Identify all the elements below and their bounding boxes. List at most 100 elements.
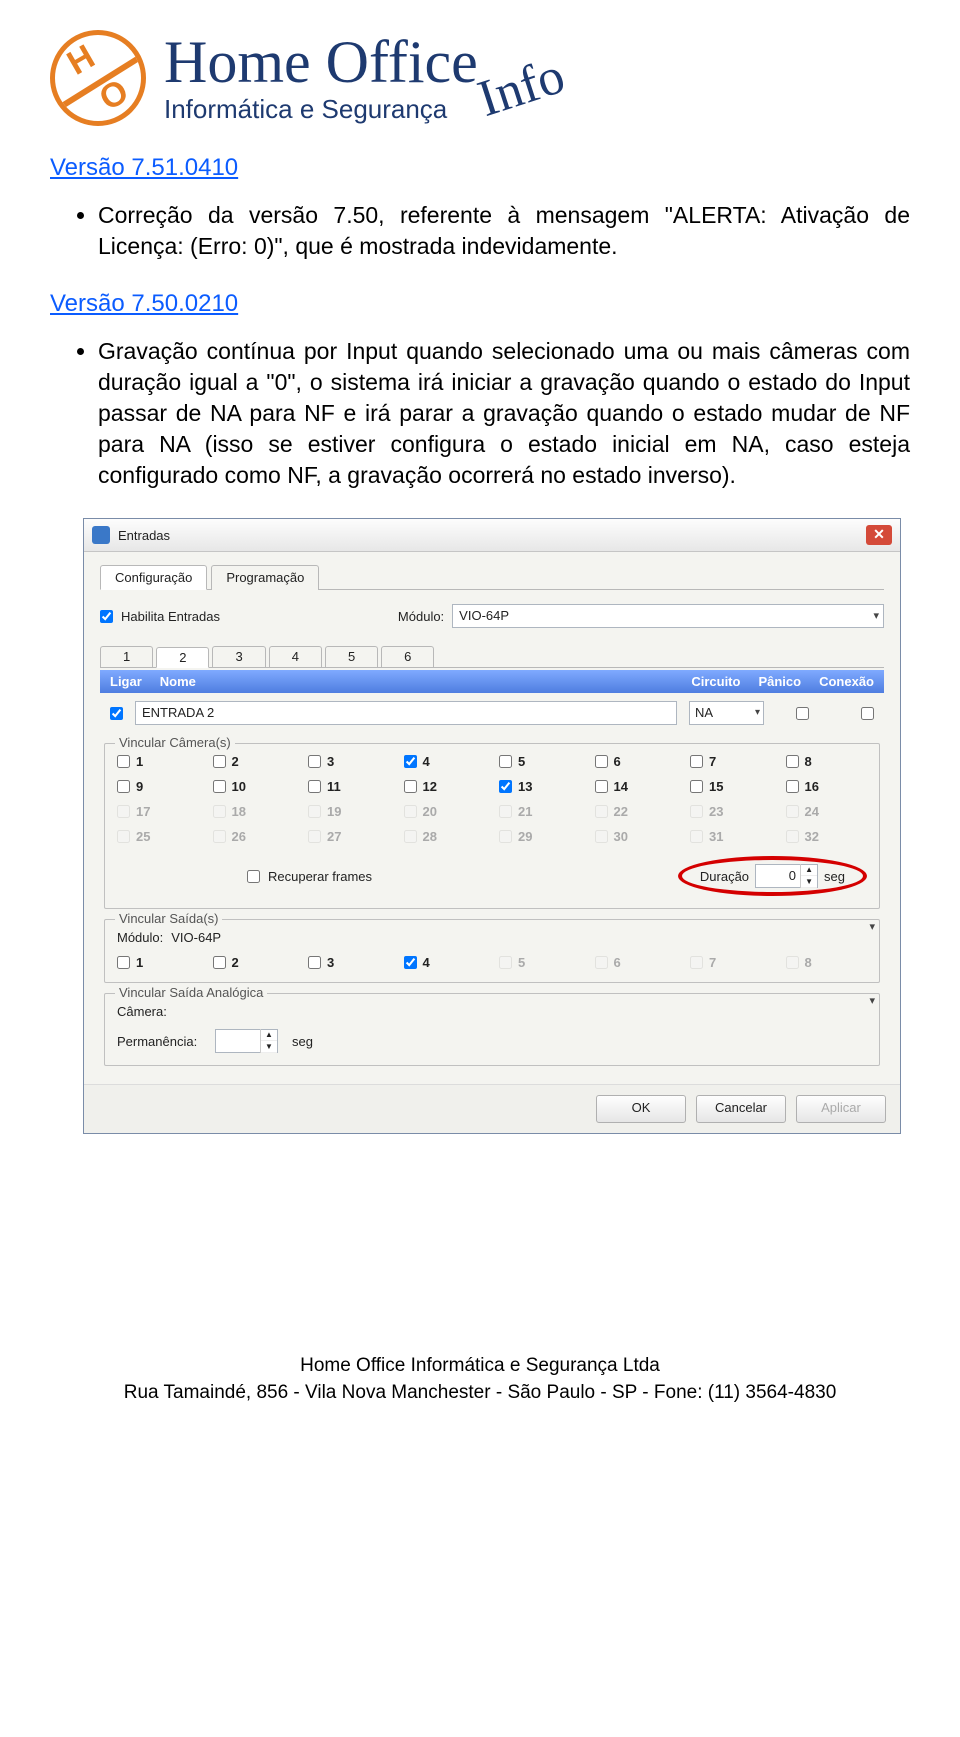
window-title: Entradas [118,528,170,543]
camera-3-checkbox[interactable]: 3 [308,754,390,769]
dur-spin[interactable]: 0 ▲▼ [755,864,818,888]
camera-10-checkbox[interactable]: 10 [213,779,295,794]
camera-14-input[interactable] [595,780,608,793]
camera-4-input[interactable] [404,755,417,768]
habilita-entradas-checkbox[interactable]: Habilita Entradas [100,609,220,624]
tab-configuracao[interactable]: Configuração [100,565,207,590]
camera-16-checkbox[interactable]: 16 [786,779,868,794]
output-1-input[interactable] [117,956,130,969]
camera-9-input[interactable] [117,780,130,793]
output-5-label: 5 [518,955,525,970]
version-link-1[interactable]: Versão 7.51.0410 [50,154,238,182]
camera-5-checkbox[interactable]: 5 [499,754,581,769]
footer-line2: Rua Tamaindé, 856 - Vila Nova Manchester… [50,1380,910,1407]
entradas-dialog: Entradas ✕ Configuração Programação Habi… [84,519,900,1133]
camera-6-input[interactable] [595,755,608,768]
camera-15-input[interactable] [690,780,703,793]
dur-value[interactable]: 0 [756,865,800,887]
version-link-2[interactable]: Versão 7.50.0210 [50,290,238,318]
camera-14-checkbox[interactable]: 14 [595,779,677,794]
camera-6-checkbox[interactable]: 6 [595,754,677,769]
close-icon[interactable]: ✕ [866,525,892,545]
camera-10-input[interactable] [213,780,226,793]
modulo-label: Módulo: [398,609,444,624]
camera-4-checkbox[interactable]: 4 [404,754,486,769]
camera-28-checkbox: 28 [404,829,486,844]
perm-spin[interactable]: ▲▼ [215,1029,278,1053]
circuito-combo[interactable]: NA [689,701,764,725]
ok-button[interactable]: OK [596,1095,686,1123]
nome-field[interactable]: ENTRADA 2 [135,701,677,725]
output-4-checkbox[interactable]: 4 [404,955,486,970]
camera-11-label: 11 [327,779,341,794]
group-cameras-label: Vincular Câmera(s) [115,735,235,750]
output-3-input[interactable] [308,956,321,969]
camera-31-input [690,830,703,843]
spin-arrows-icon[interactable]: ▲▼ [260,1029,277,1053]
col-conexao: Conexão [819,674,874,689]
duration-highlight: Duração 0 ▲▼ seg [678,856,867,896]
camera-11-input[interactable] [308,780,321,793]
conexao-checkbox[interactable] [861,707,874,720]
camera-13-input[interactable] [499,780,512,793]
outs-modulo-combo[interactable]: VIO-64P [171,930,867,945]
camera-1-checkbox[interactable]: 1 [117,754,199,769]
apply-button[interactable]: Aplicar [796,1095,886,1123]
output-2-input[interactable] [213,956,226,969]
tab-programacao[interactable]: Programação [211,565,319,590]
num-tab-2[interactable]: 2 [156,647,209,668]
modulo-combo[interactable]: VIO-64P [452,604,884,628]
panico-checkbox[interactable] [796,707,809,720]
num-tab-1[interactable]: 1 [100,646,153,667]
camera-16-input[interactable] [786,780,799,793]
logo-script: Info [471,46,572,129]
camera-8-checkbox[interactable]: 8 [786,754,868,769]
camera-7-checkbox[interactable]: 7 [690,754,772,769]
page-footer: Home Office Informática e Segurança Ltda… [50,1353,910,1406]
camera-29-checkbox: 29 [499,829,581,844]
entry-row: ENTRADA 2 NA [100,693,884,733]
camera-17-checkbox: 17 [117,804,199,819]
output-2-checkbox[interactable]: 2 [213,955,295,970]
camera-16-label: 16 [805,779,819,794]
num-tab-3[interactable]: 3 [212,646,265,667]
camera-8-label: 8 [805,754,812,769]
group-outs-label: Vincular Saída(s) [115,911,222,926]
num-tab-6[interactable]: 6 [381,646,434,667]
camera-32-label: 32 [805,829,819,844]
spin-arrows-icon[interactable]: ▲▼ [800,864,817,888]
logo-mark: HO [50,30,146,126]
output-3-checkbox[interactable]: 3 [308,955,390,970]
camera-27-checkbox: 27 [308,829,390,844]
camera-2-checkbox[interactable]: 2 [213,754,295,769]
camera-3-input[interactable] [308,755,321,768]
camera-12-checkbox[interactable]: 12 [404,779,486,794]
output-4-input[interactable] [404,956,417,969]
camera-20-label: 20 [423,804,437,819]
camera-1-input[interactable] [117,755,130,768]
camera-11-checkbox[interactable]: 11 [308,779,390,794]
camera-7-input[interactable] [690,755,703,768]
ligar-checkbox[interactable] [110,707,123,720]
habilita-input[interactable] [100,610,113,623]
output-6-label: 6 [614,955,621,970]
camera-25-input [117,830,130,843]
camera-12-label: 12 [423,779,437,794]
num-tab-4[interactable]: 4 [269,646,322,667]
col-circuito: Circuito [691,674,740,689]
camera-9-checkbox[interactable]: 9 [117,779,199,794]
output-5-input [499,956,512,969]
camera-29-label: 29 [518,829,532,844]
recup-input[interactable] [247,870,260,883]
camera-2-input[interactable] [213,755,226,768]
camera-12-input[interactable] [404,780,417,793]
camera-8-input[interactable] [786,755,799,768]
col-nome: Nome [160,674,196,689]
camera-5-input[interactable] [499,755,512,768]
num-tab-5[interactable]: 5 [325,646,378,667]
cancel-button[interactable]: Cancelar [696,1095,786,1123]
output-1-checkbox[interactable]: 1 [117,955,199,970]
camera-15-checkbox[interactable]: 15 [690,779,772,794]
camera-13-checkbox[interactable]: 13 [499,779,581,794]
recuperar-frames-checkbox[interactable]: Recuperar frames [247,869,372,884]
